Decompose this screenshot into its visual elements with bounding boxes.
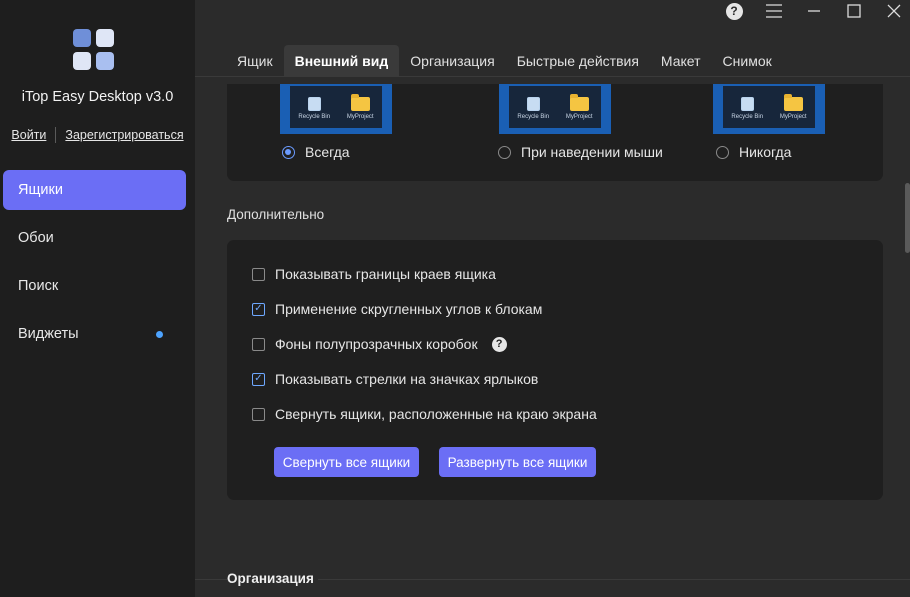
close-icon xyxy=(887,4,901,18)
checkbox-icon xyxy=(252,267,265,281)
folder-icon xyxy=(783,93,803,111)
tab-appearance[interactable]: Внешний вид xyxy=(283,45,400,76)
option-collapse-edge-boxes[interactable]: Свернуть ящики, расположенные на краю эк… xyxy=(252,406,597,422)
sidebar: iTop Easy Desktop v3.0 Войти Зарегистрир… xyxy=(0,0,195,597)
checkbox-label: Применение скругленных углов к блокам xyxy=(275,301,543,317)
radio-label: Всегда xyxy=(305,144,350,160)
menu-button[interactable] xyxy=(759,0,789,22)
recycle-bin-icon xyxy=(526,96,540,111)
sidebar-item-boxes[interactable]: Ящики xyxy=(3,170,186,210)
tab-organization[interactable]: Организация xyxy=(399,45,505,76)
radio-always[interactable]: Всегда xyxy=(282,144,350,160)
radio-label: Никогда xyxy=(739,144,792,160)
close-button[interactable] xyxy=(879,0,909,22)
new-badge-dot xyxy=(156,331,163,338)
option-shortcut-arrows[interactable]: ✓ Показывать стрелки на значках ярлыков xyxy=(252,371,538,387)
sidebar-item-label: Виджеты xyxy=(18,326,79,342)
checkbox-label: Показывать стрелки на значках ярлыков xyxy=(275,371,539,387)
tab-snapshot[interactable]: Снимок xyxy=(712,45,783,76)
checkbox-label: Показывать границы краев ящика xyxy=(275,266,496,282)
sidebar-nav: Ящики Обои Поиск Виджеты xyxy=(3,170,186,362)
radio-label: При наведении мыши xyxy=(521,144,663,160)
option-show-box-borders[interactable]: Показывать границы краев ящика xyxy=(252,266,496,282)
preview-hover[interactable]: Recycle Bin MyProject xyxy=(499,84,611,134)
register-link[interactable]: Зарегистрироваться xyxy=(65,128,183,142)
sidebar-item-search[interactable]: Поиск xyxy=(3,266,186,306)
settings-tabs: Ящик Внешний вид Организация Быстрые дей… xyxy=(226,45,783,76)
advanced-section-title: Дополнительно xyxy=(227,207,325,222)
auth-links: Войти Зарегистрироваться xyxy=(0,127,195,143)
help-icon: ? xyxy=(725,2,743,20)
tab-box[interactable]: Ящик xyxy=(226,45,284,76)
menu-icon xyxy=(766,4,782,18)
recycle-bin-icon xyxy=(740,96,754,111)
sidebar-item-label: Ящики xyxy=(18,182,63,198)
preview-never[interactable]: Recycle Bin MyProject xyxy=(713,84,825,134)
radio-never[interactable]: Никогда xyxy=(716,144,791,160)
preview-label: Recycle Bin xyxy=(731,113,764,120)
preview-label: Recycle Bin xyxy=(517,113,550,120)
help-button[interactable]: ? xyxy=(719,0,749,22)
sidebar-item-widgets[interactable]: Виджеты xyxy=(3,314,186,354)
checkbox-label: Фоны полупрозрачных коробок xyxy=(275,336,478,352)
checkbox-icon xyxy=(252,407,265,421)
checkbox-icon xyxy=(252,337,265,351)
minimize-icon xyxy=(808,10,820,12)
sidebar-item-wallpaper[interactable]: Обои xyxy=(3,218,186,258)
organization-section-title: Организация xyxy=(227,571,318,586)
option-rounded-corners[interactable]: ✓ Применение скругленных углов к блокам xyxy=(252,301,542,317)
checkmark-icon: ✓ xyxy=(252,372,265,386)
auth-divider xyxy=(55,127,57,143)
maximize-button[interactable] xyxy=(839,0,869,22)
login-link[interactable]: Войти xyxy=(11,128,46,142)
tab-layout[interactable]: Макет xyxy=(650,45,712,76)
sidebar-item-label: Обои xyxy=(18,230,54,246)
checkmark-icon: ✓ xyxy=(252,302,265,316)
question-icon[interactable]: ? xyxy=(491,336,507,352)
collapse-all-button[interactable]: Свернуть все ящики xyxy=(274,447,419,477)
recycle-bin-icon xyxy=(307,96,321,111)
folder-icon xyxy=(350,93,370,111)
tab-quick-actions[interactable]: Быстрые действия xyxy=(506,45,650,76)
checkbox-label: Свернуть ящики, расположенные на краю эк… xyxy=(275,406,597,422)
tabs-divider xyxy=(195,76,910,77)
radio-on-hover[interactable]: При наведении мыши xyxy=(498,144,663,160)
radio-icon xyxy=(498,145,511,159)
preview-always[interactable]: Recycle Bin MyProject xyxy=(280,84,392,134)
maximize-icon xyxy=(847,4,861,18)
expand-all-button[interactable]: Развернуть все ящики xyxy=(439,447,596,477)
minimize-button[interactable] xyxy=(799,0,829,22)
preview-label: MyProject xyxy=(346,113,374,120)
preview-label: MyProject xyxy=(565,113,593,120)
radio-icon xyxy=(282,145,295,159)
folder-icon xyxy=(569,93,589,111)
radio-icon xyxy=(716,145,729,159)
option-translucent-backgrounds[interactable]: Фоны полупрозрачных коробок ? xyxy=(252,336,507,352)
preview-label: Recycle Bin xyxy=(298,113,331,120)
app-title: iTop Easy Desktop v3.0 xyxy=(21,89,174,105)
scrollbar-thumb[interactable] xyxy=(905,183,910,253)
app-logo xyxy=(73,29,115,71)
sidebar-item-label: Поиск xyxy=(18,278,59,294)
preview-label: MyProject xyxy=(779,113,807,120)
